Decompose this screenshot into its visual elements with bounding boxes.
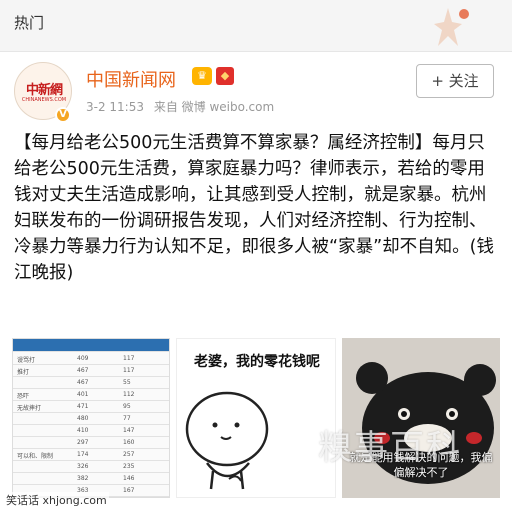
table-cell: 147 <box>123 427 135 434</box>
survey-table-image[interactable]: 谩骂打 409 117 推打 467 117 467 55 恐吓 401 112 无故摔打 471 95 4… <box>12 338 170 498</box>
table-header-row <box>13 339 169 352</box>
red-envelope-icon[interactable]: ◆ <box>216 67 234 85</box>
table-cell: 112 <box>123 391 135 398</box>
table-cell: 167 <box>123 487 135 494</box>
cartoon-image[interactable]: 老婆，我的零花钱呢 <box>176 338 336 498</box>
kumamon-image[interactable]: 就是能用钱解决的问题，我偏偏解决不了 <box>342 338 500 498</box>
author-name[interactable]: 中国新闻网 <box>86 66 176 92</box>
table-cell: 480 <box>77 415 89 422</box>
table-cell: 谩骂打 <box>17 357 36 364</box>
table-cell: 382 <box>77 475 89 482</box>
table-cell: 297 <box>77 439 89 446</box>
table-cell: 410 <box>77 427 89 434</box>
table-cell: 174 <box>77 451 89 458</box>
decoration-icon <box>434 8 469 46</box>
table-cell: 235 <box>123 463 135 470</box>
hot-tab-label[interactable]: 热门 <box>14 12 44 33</box>
table-cell: 77 <box>123 415 131 422</box>
top-bar: 热门 <box>0 0 512 52</box>
post-header: 中新網 CHINANEWS.COM V 中国新闻网 ♛ ◆ 3-2 11:53 … <box>0 52 512 123</box>
table-cell: 可以和、限制 <box>17 453 54 460</box>
table-cell: 467 <box>77 379 89 386</box>
post-body: 【每月给老公500元生活费算不算家暴？属经济控制】每月只给老公500元生活费，算… <box>14 133 494 283</box>
table-cell: 401 <box>77 391 89 398</box>
table-cell: 160 <box>123 439 135 446</box>
table-cell: 推打 <box>17 369 30 376</box>
table-cell: 95 <box>123 403 131 410</box>
vip-crown-icon[interactable]: ♛ <box>192 67 212 85</box>
table-cell: 117 <box>123 367 135 374</box>
verified-icon: V <box>55 107 71 123</box>
avatar-logo-sub: CHINANEWS.COM <box>21 97 67 103</box>
post-images: 谩骂打 409 117 推打 467 117 467 55 恐吓 401 112 无故摔打 471 95 4… <box>12 338 500 498</box>
cartoon-figure-icon <box>185 391 269 490</box>
table-cell: 117 <box>123 355 135 362</box>
table-cell: 146 <box>123 475 135 482</box>
follow-button[interactable]: + 关注 <box>416 64 494 98</box>
overlay-watermark: 糗事百科 <box>318 428 462 468</box>
avatar-logo-text: 中新網 <box>25 83 63 98</box>
table-cell: 326 <box>77 463 89 470</box>
table-cell: 409 <box>77 355 89 362</box>
table-cell: 257 <box>123 451 135 458</box>
table-cell: 471 <box>77 403 89 410</box>
site-watermark: 笑话话 xhjong.com <box>4 492 109 508</box>
post-source: 来自 微博 weibo.com <box>153 100 275 114</box>
table-cell: 恐吓 <box>17 393 30 400</box>
table-cell: 55 <box>123 379 131 386</box>
post-meta: 3-2 11:53 来自 微博 weibo.com <box>86 98 274 115</box>
table-cell: 无故摔打 <box>17 405 42 412</box>
post-time: 3-2 11:53 <box>86 100 144 114</box>
table-cell: 467 <box>77 367 89 374</box>
